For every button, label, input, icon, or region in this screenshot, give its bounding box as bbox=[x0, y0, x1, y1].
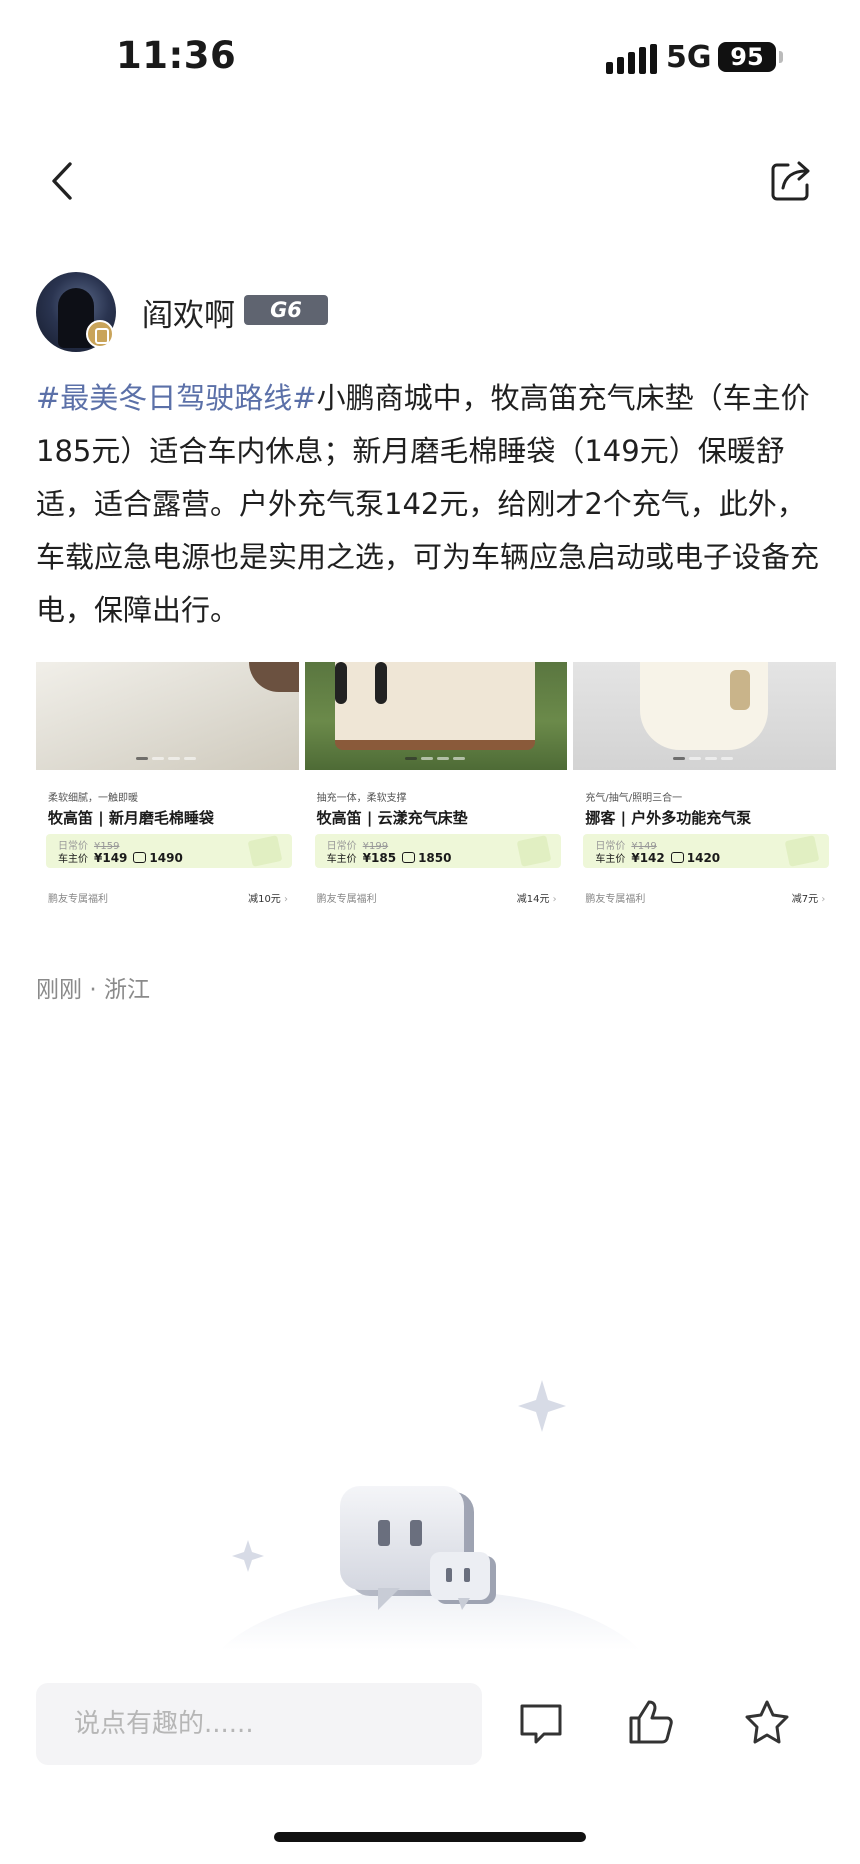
meta-separator: · bbox=[89, 977, 97, 1003]
price-box: 日常价 ¥149 车主价 ¥142 1420 bbox=[583, 834, 830, 868]
product-card[interactable]: 充气/抽气/照明三合一 挪客 | 户外多功能充气泵 日常价 ¥149 车主价 ¥14… bbox=[573, 662, 837, 920]
product-image bbox=[304, 662, 568, 770]
owner-price: 车主价 ¥149 1490 bbox=[58, 851, 183, 865]
comment-button[interactable] bbox=[514, 1696, 568, 1750]
post-location: 浙江 bbox=[103, 977, 150, 1003]
post-meta: 刚刚 · 浙江 bbox=[36, 970, 150, 1004]
perk-row[interactable]: 鹏友专属福利 减10元 bbox=[48, 890, 288, 905]
product-title: 牧高笛 | 云漾充气床垫 bbox=[316, 809, 468, 827]
favorite-button[interactable] bbox=[740, 1696, 794, 1750]
post-body: 小鹏商城中，牧高笛充气床垫（车主价185元）适合车内休息；新月磨毛棉睡袋（149… bbox=[36, 381, 820, 627]
empty-comments-illustration bbox=[220, 1380, 640, 1650]
product-title: 挪客 | 户外多功能充气泵 bbox=[585, 809, 752, 827]
perk-label: 鹏友专属福利 bbox=[316, 894, 377, 905]
comment-icon bbox=[520, 1704, 562, 1744]
post-content: #最美冬日驾驶路线#小鹏商城中，牧高笛充气床垫（车主价185元）适合车内休息；新… bbox=[36, 372, 826, 637]
hashtag-link[interactable]: #最美冬日驾驶路线# bbox=[36, 381, 317, 415]
comment-input[interactable]: 说点有趣的...... bbox=[36, 1683, 482, 1765]
share-icon bbox=[771, 161, 810, 201]
leg-shape bbox=[334, 662, 347, 704]
pump-shape bbox=[640, 662, 769, 750]
carousel-dots bbox=[136, 757, 196, 760]
product-title: 牧高笛 | 新月磨毛棉睡袋 bbox=[48, 809, 214, 827]
product-image bbox=[573, 662, 837, 770]
points-icon bbox=[670, 852, 684, 863]
chevron-left-icon bbox=[52, 162, 72, 200]
post-detail-page: 11:36 5G 95 阎欢啊 G6 #最美冬日驾驶路线#小鹏商城中，牧高笛充气… bbox=[0, 0, 860, 1864]
product-card[interactable]: 柔软细腻，一触即暖 牧高笛 | 新月磨毛棉睡袋 日常价 ¥159 车主价 ¥149 1… bbox=[36, 662, 299, 920]
product-image bbox=[36, 662, 299, 770]
like-icon bbox=[629, 1700, 673, 1744]
status-time: 11:36 bbox=[116, 34, 237, 77]
owner-price: 车主价 ¥142 1420 bbox=[595, 851, 721, 865]
small-chat-bubble-icon bbox=[430, 1552, 490, 1600]
like-button[interactable] bbox=[623, 1696, 677, 1750]
perk-label: 鹏友专属福利 bbox=[585, 894, 646, 905]
product-tagline: 抽充一体，柔软支撑 bbox=[316, 793, 407, 804]
ground-shape bbox=[220, 1590, 640, 1650]
product-tagline: 充气/抽气/照明三合一 bbox=[585, 793, 683, 804]
product-tagline: 柔软细腻，一触即暖 bbox=[48, 793, 138, 804]
status-bar: 11:36 5G 95 bbox=[0, 0, 860, 110]
carousel-dots bbox=[404, 757, 465, 760]
back-button[interactable] bbox=[40, 158, 86, 204]
battery-icon: 95 bbox=[718, 42, 776, 72]
perk-discount: 减14元 bbox=[517, 890, 557, 905]
share-button[interactable] bbox=[766, 155, 816, 205]
sparkle-icon bbox=[232, 1540, 264, 1572]
sparkle-icon bbox=[518, 1380, 566, 1432]
perk-row[interactable]: 鹏友专属福利 减14元 bbox=[317, 890, 557, 905]
battery-tip bbox=[779, 51, 783, 63]
author-name[interactable]: 阎欢啊 bbox=[142, 290, 235, 335]
product-cards: 柔软细腻，一触即暖 牧高笛 | 新月磨毛棉睡袋 日常价 ¥159 车主价 ¥149 1… bbox=[36, 662, 837, 920]
signal-icon bbox=[606, 44, 657, 74]
medal-icon bbox=[86, 320, 114, 348]
level-badge: G6 bbox=[244, 295, 328, 325]
network-type: 5G bbox=[666, 40, 712, 75]
home-indicator[interactable] bbox=[274, 1832, 586, 1842]
owner-price: 车主价 ¥185 1850 bbox=[326, 851, 452, 865]
perk-discount: 减10元 bbox=[248, 890, 288, 905]
points-icon bbox=[402, 852, 416, 863]
price-box: 日常价 ¥159 车主价 ¥149 1490 bbox=[46, 834, 292, 868]
perk-row[interactable]: 鹏友专属福利 减7元 bbox=[585, 890, 825, 905]
price-box: 日常价 ¥199 车主价 ¥185 1850 bbox=[314, 834, 561, 868]
carousel-dots bbox=[673, 757, 734, 760]
star-icon bbox=[745, 1700, 789, 1744]
perk-discount: 减7元 bbox=[792, 890, 826, 905]
points-icon bbox=[133, 852, 147, 863]
product-card[interactable]: 抽充一体，柔软支撑 牧高笛 | 云漾充气床垫 日常价 ¥199 车主价 ¥185 18… bbox=[304, 662, 568, 920]
post-time: 刚刚 bbox=[36, 977, 82, 1003]
leg-shape bbox=[374, 662, 387, 704]
air-mattress-shape bbox=[334, 662, 535, 750]
perk-label: 鹏友专属福利 bbox=[48, 894, 108, 905]
